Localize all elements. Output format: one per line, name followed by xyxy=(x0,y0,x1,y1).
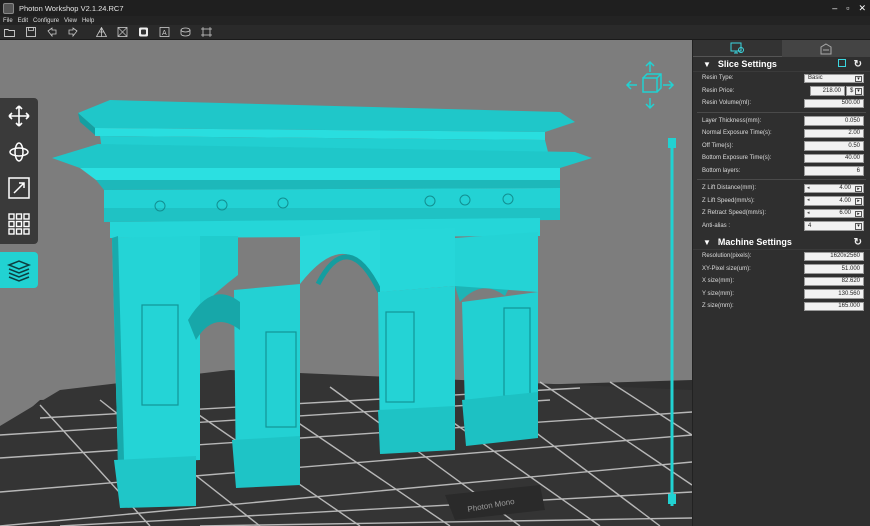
resin-volume-row: Resin Volume(ml): 500.00 xyxy=(693,97,870,110)
layer-z-slider[interactable] xyxy=(668,138,676,506)
y-size-field: 130.560 xyxy=(804,289,864,299)
menu-view[interactable]: View xyxy=(64,18,77,24)
increment-icon[interactable]: ▸ xyxy=(855,210,862,217)
decrement-icon[interactable]: ◂ xyxy=(807,210,810,216)
slice-settings-title: Slice Settings xyxy=(717,59,777,69)
panel-tabs xyxy=(693,40,870,57)
resin-volume-input[interactable]: 500.00 xyxy=(804,98,864,108)
scale-icon[interactable] xyxy=(0,170,38,206)
chevron-down-icon[interactable]: ▾ xyxy=(855,75,862,82)
window-controls: – ▫ ✕ xyxy=(832,0,866,16)
z-lift-speed-row: Z Lift Speed(mm/s): ◂ 4.00 ▸ xyxy=(693,195,870,208)
normal-exposure-row: Normal Exposure Time(s): 2.00 xyxy=(693,127,870,140)
currency-select[interactable]: $ ▾ xyxy=(846,86,864,96)
z-size-row: Z size(mm): 165.000 xyxy=(693,300,870,313)
close-button[interactable]: ✕ xyxy=(858,3,866,14)
increment-icon[interactable]: ▸ xyxy=(855,198,862,205)
off-time-row: Off Time(s): 0.50 xyxy=(693,140,870,153)
x-size-row: X size(mm): 82.620 xyxy=(693,275,870,288)
maximize-button[interactable]: ▫ xyxy=(846,3,849,13)
open-folder-icon[interactable] xyxy=(3,26,16,38)
menu-bar: File Edit Configure View Help xyxy=(0,16,870,25)
save-icon[interactable] xyxy=(24,26,37,38)
resin-price-input[interactable]: 218.00 xyxy=(810,86,845,96)
machine-settings-title: Machine Settings xyxy=(717,237,792,247)
left-tool-strip xyxy=(0,98,38,244)
3d-viewport[interactable]: Photon Mono xyxy=(0,40,692,526)
layer-thickness-input[interactable]: 0.050 xyxy=(804,116,864,126)
window-title: Photon Workshop V2.1.24.RC7 xyxy=(19,3,124,13)
resin-type-row: Resin Type: Basic ▾ xyxy=(693,72,870,85)
resin-type-select[interactable]: Basic ▾ xyxy=(804,73,864,83)
z-lift-distance-row: Z Lift Distance(mm): ◂ 4.00 ▸ xyxy=(693,182,870,195)
app-icon xyxy=(3,2,14,14)
menu-help[interactable]: Help xyxy=(82,18,94,24)
z-lift-speed-spin[interactable]: ◂ 4.00 ▸ xyxy=(804,196,864,206)
undo-icon[interactable] xyxy=(45,26,58,38)
refresh-icon[interactable]: ↻ xyxy=(854,59,862,70)
bottom-exposure-input[interactable]: 40.00 xyxy=(804,153,864,163)
frame-icon[interactable] xyxy=(200,26,213,38)
hollow-icon[interactable] xyxy=(116,26,129,38)
minimize-button[interactable]: – xyxy=(832,3,837,13)
chevron-down-icon[interactable]: ▾ xyxy=(855,223,862,230)
machine-settings-header[interactable]: ▼ Machine Settings ↻ xyxy=(693,235,870,250)
resolution-row: Resolution(pixels): 1620x2560 xyxy=(693,250,870,263)
fill-icon[interactable] xyxy=(137,26,150,38)
z-size-field: 165.000 xyxy=(804,301,864,311)
x-size-field: 82.620 xyxy=(804,276,864,286)
layers-icon[interactable] xyxy=(0,252,38,288)
redo-icon[interactable] xyxy=(66,26,79,38)
decrement-icon[interactable]: ◂ xyxy=(807,185,810,191)
view-navigation-cube[interactable] xyxy=(625,60,675,110)
svg-text:A: A xyxy=(162,30,167,37)
resin-price-row: Resin Price: 218.00 $ ▾ xyxy=(693,85,870,98)
settings-panel: ▼ Slice Settings ↻ Resin Type: Basic ▾ Re… xyxy=(692,40,870,526)
copy-icon[interactable] xyxy=(838,59,846,67)
menu-configure[interactable]: Configure xyxy=(33,18,59,24)
bottom-layers-input[interactable]: 6 xyxy=(804,166,864,176)
z-retract-speed-row: Z Retract Speed(mm/s): ◂ 6.00 ▸ xyxy=(693,207,870,220)
refresh-icon[interactable]: ↻ xyxy=(854,237,862,248)
z-retract-speed-spin[interactable]: ◂ 6.00 ▸ xyxy=(804,208,864,218)
collapse-triangle-icon[interactable]: ▼ xyxy=(703,238,711,247)
bottom-exposure-row: Bottom Exposure Time(s): 40.00 xyxy=(693,152,870,165)
z-lift-distance-spin[interactable]: ◂ 4.00 ▸ xyxy=(804,183,864,193)
support-icon[interactable] xyxy=(95,26,108,38)
menu-file[interactable]: File xyxy=(3,18,13,24)
slice-settings-tab[interactable] xyxy=(693,40,782,57)
rotate-icon[interactable] xyxy=(0,134,38,170)
arrange-grid-icon[interactable] xyxy=(0,206,38,242)
resolution-field: 1620x2560 xyxy=(804,251,864,261)
chevron-down-icon[interactable]: ▾ xyxy=(855,88,862,95)
anti-alias-select[interactable]: 4 ▾ xyxy=(804,221,864,231)
toolbar: A xyxy=(0,25,870,40)
normal-exposure-input[interactable]: 2.00 xyxy=(804,128,864,138)
decrement-icon[interactable]: ◂ xyxy=(807,197,810,203)
xy-pixel-field: 51.000 xyxy=(804,264,864,274)
y-size-row: Y size(mm): 130.560 xyxy=(693,288,870,301)
slice-settings-header[interactable]: ▼ Slice Settings ↻ xyxy=(693,57,870,72)
collapse-triangle-icon[interactable]: ▼ xyxy=(703,60,711,69)
build-plate-scene: Photon Mono xyxy=(0,100,692,526)
anti-alias-row: Anti-alias : 4 ▾ xyxy=(693,220,870,233)
machine-tab[interactable] xyxy=(781,40,870,57)
off-time-input[interactable]: 0.50 xyxy=(804,141,864,151)
increment-icon[interactable]: ▸ xyxy=(855,185,862,192)
title-bar: Photon Workshop V2.1.24.RC7 – ▫ ✕ xyxy=(0,0,870,16)
bottom-layers-row: Bottom layers: 6 xyxy=(693,165,870,178)
menu-edit[interactable]: Edit xyxy=(18,18,28,24)
xy-pixel-row: XY-Pixel size(um): 51.000 xyxy=(693,263,870,276)
move-icon[interactable] xyxy=(0,98,38,134)
text-icon[interactable]: A xyxy=(158,26,171,38)
cylinder-icon[interactable] xyxy=(179,26,192,38)
layer-thickness-row: Layer Thickness(mm): 0.050 xyxy=(693,115,870,128)
